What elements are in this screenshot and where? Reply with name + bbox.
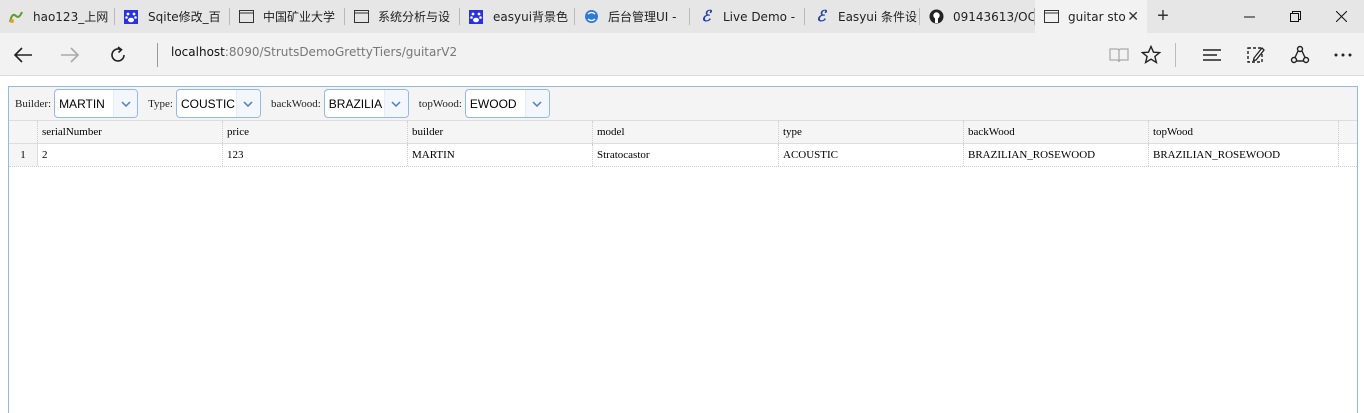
web-note-icon[interactable]	[1242, 41, 1270, 69]
datagrid-panel: Builder: MARTIN Type: COUSTIC backWood: …	[8, 86, 1358, 413]
hub-icon[interactable]	[1198, 41, 1226, 69]
cell-price: 123	[223, 144, 408, 166]
close-window-icon[interactable]	[1318, 0, 1364, 33]
baidu-paw-icon	[468, 9, 484, 25]
tab-label: 中国矿业大学	[263, 10, 336, 24]
table-row[interactable]: 1 2 123 MARTIN Stratocastor ACOUSTIC BRA…	[9, 144, 1357, 167]
cell-builder: MARTIN	[408, 144, 593, 166]
rownumber-header	[9, 121, 38, 143]
type-label: Type:	[148, 97, 173, 110]
browser-tab[interactable]: 后台管理UI -	[575, 0, 690, 33]
globe-icon	[583, 9, 599, 25]
topwood-label: topWood:	[418, 97, 462, 110]
grid-header-row: serialNumber price builder model type ba…	[9, 121, 1357, 144]
column-header-price[interactable]: price	[223, 121, 408, 143]
forward-arrow-icon[interactable]	[56, 41, 84, 69]
filter-toolbar: Builder: MARTIN Type: COUSTIC backWood: …	[9, 87, 1357, 121]
cell-model: Stratocastor	[593, 144, 779, 166]
grid-body: 1 2 123 MARTIN Stratocastor ACOUSTIC BRA…	[9, 144, 1357, 167]
type-combobox[interactable]: COUSTIC	[175, 89, 261, 118]
guitar-datagrid: serialNumber price builder model type ba…	[9, 121, 1357, 167]
browser-tab-active[interactable]: guitar sto ✕	[1035, 0, 1147, 33]
tab-label: 系统分析与设	[378, 10, 451, 24]
cell-topwood: BRAZILIAN_ROSEWOOD	[1149, 144, 1339, 166]
url-path: :8090/StrutsDemoGrettyTiers/guitarV2	[224, 45, 458, 59]
easyui-e-icon: ℰ	[816, 7, 826, 25]
tab-label: Easyui 条件设	[838, 10, 918, 24]
backwood-label: backWood:	[270, 97, 321, 110]
tab-label: easyui背景色	[493, 10, 569, 24]
refresh-icon[interactable]	[104, 41, 132, 69]
column-header-serialnumber[interactable]: serialNumber	[38, 121, 223, 143]
url-host: localhost	[171, 45, 225, 59]
chevron-down-icon[interactable]	[524, 90, 549, 117]
browser-tab[interactable]: easyui背景色	[460, 0, 575, 33]
page-icon	[353, 9, 369, 25]
row-number: 1	[9, 144, 38, 166]
topwood-combobox[interactable]: EWOOD	[464, 89, 550, 118]
chevron-down-icon[interactable]	[383, 90, 408, 117]
page-icon	[1043, 9, 1059, 25]
favorite-star-icon[interactable]	[1137, 41, 1165, 69]
more-icon[interactable]	[1329, 41, 1357, 69]
browser-tab[interactable]: hao123_上网	[0, 0, 115, 33]
type-combobox-value: COUSTIC	[180, 96, 235, 111]
share-icon[interactable]	[1286, 41, 1314, 69]
browser-tab-bar: hao123_上网 Sqite修改_百 中国矿业大学 系统分析与设 easyui…	[0, 0, 1364, 33]
baidu-paw-icon	[123, 9, 139, 25]
browser-nav-bar: localhost:8090/StrutsDemoGrettyTiers/gui…	[0, 33, 1364, 76]
tab-label: guitar sto	[1068, 9, 1126, 24]
cell-serialnumber: 2	[38, 144, 223, 166]
page-icon	[238, 9, 254, 25]
chevron-down-icon[interactable]	[113, 90, 138, 117]
reading-view-icon[interactable]	[1105, 41, 1133, 69]
easyui-e-icon: ℰ	[701, 7, 711, 25]
builder-combobox-value: MARTIN	[59, 96, 105, 111]
column-header-type[interactable]: type	[779, 121, 964, 143]
tab-label: hao123_上网	[33, 10, 109, 24]
minimize-icon[interactable]	[1226, 0, 1272, 33]
tab-label: 09143613/OC	[953, 9, 1035, 24]
column-header-topwood[interactable]: topWood	[1149, 121, 1339, 143]
column-header-backwood[interactable]: backWood	[964, 121, 1149, 143]
builder-combobox[interactable]: MARTIN	[54, 89, 139, 118]
cell-backwood: BRAZILIAN_ROSEWOOD	[964, 144, 1149, 166]
browser-tab[interactable]: 中国矿业大学	[230, 0, 345, 33]
tab-label: Sqite修改_百	[148, 10, 221, 24]
chevron-down-icon[interactable]	[235, 90, 260, 117]
tab-label: Live Demo -	[723, 9, 796, 24]
restore-icon[interactable]	[1272, 0, 1318, 33]
github-icon	[928, 9, 944, 25]
column-header-model[interactable]: model	[593, 121, 779, 143]
browser-tab[interactable]: Sqite修改_百	[115, 0, 230, 33]
hao123-icon	[8, 9, 24, 25]
window-controls	[1226, 0, 1364, 33]
close-tab-icon[interactable]: ✕	[1127, 8, 1139, 25]
back-arrow-icon[interactable]	[9, 41, 37, 69]
browser-tab[interactable]: ℰ Live Demo -	[690, 0, 805, 33]
topwood-combobox-value: EWOOD	[469, 96, 517, 111]
backwood-combobox[interactable]: BRAZILIA	[323, 89, 409, 118]
browser-tab[interactable]: 09143613/OC	[920, 0, 1035, 33]
tab-label: 后台管理UI -	[608, 10, 677, 24]
backwood-combobox-value: BRAZILIA	[328, 96, 383, 111]
column-header-builder[interactable]: builder	[408, 121, 593, 143]
browser-tab[interactable]: ℰ Easyui 条件设	[805, 0, 920, 33]
cell-type: ACOUSTIC	[779, 144, 964, 166]
new-tab-icon[interactable]: +	[1147, 0, 1179, 33]
browser-tab[interactable]: 系统分析与设	[345, 0, 460, 33]
address-bar[interactable]: localhost:8090/StrutsDemoGrettyTiers/gui…	[171, 45, 457, 59]
builder-label: Builder:	[15, 97, 52, 110]
